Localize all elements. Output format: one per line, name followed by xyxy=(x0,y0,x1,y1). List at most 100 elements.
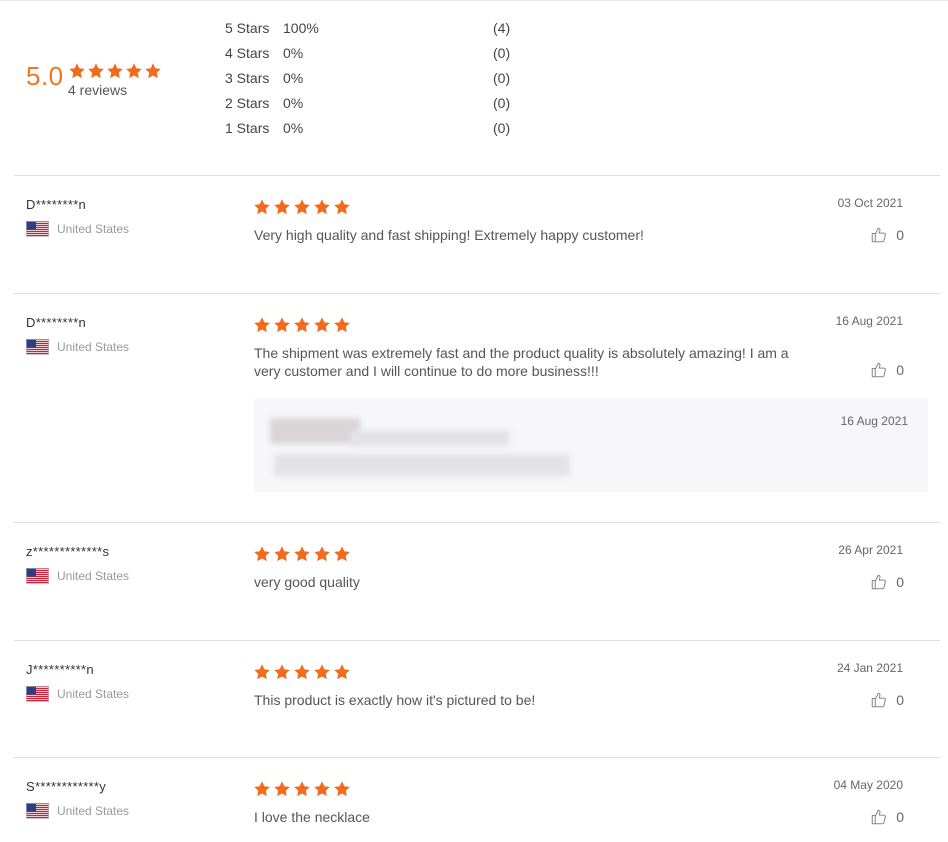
star-icon xyxy=(334,546,350,562)
like-button[interactable]: 0 xyxy=(870,808,904,826)
star-icon xyxy=(274,781,290,797)
like-count: 0 xyxy=(896,574,904,590)
star-icon xyxy=(294,317,310,333)
reviewer-name: D********n xyxy=(26,315,87,330)
review-text: very good quality xyxy=(254,574,360,590)
reviewer-name: z*************s xyxy=(26,544,110,559)
distribution-label: 1 Stars xyxy=(225,120,270,136)
distribution-percent: 0% xyxy=(283,120,304,136)
review-text: Very high quality and fast shipping! Ext… xyxy=(254,227,644,243)
star-icon xyxy=(145,63,161,79)
star-icon xyxy=(334,781,350,797)
review-count: 4 reviews xyxy=(68,82,128,98)
distribution-label: 3 Stars xyxy=(225,70,270,86)
review-stars xyxy=(253,316,351,334)
review-text: This product is exactly how it's picture… xyxy=(254,692,536,708)
reviewer-country: United States xyxy=(26,686,129,702)
review-stars xyxy=(253,780,351,798)
star-icon xyxy=(126,63,142,79)
reply-date: 16 Aug 2021 xyxy=(840,414,908,428)
reviewer-name: D********n xyxy=(26,197,87,212)
review-item: D********n United States The shipment wa… xyxy=(14,293,940,522)
star-icon xyxy=(254,317,270,333)
review-date: 24 Jan 2021 xyxy=(836,661,903,675)
distribution-label: 5 Stars xyxy=(225,20,270,36)
us-flag-icon xyxy=(26,221,49,237)
star-icon xyxy=(294,781,310,797)
thumbs-up-icon xyxy=(871,227,887,243)
us-flag-icon xyxy=(26,568,49,584)
blurred-reply-avatar xyxy=(270,418,360,444)
star-icon xyxy=(294,546,310,562)
star-icon xyxy=(294,664,310,680)
country-name: United States xyxy=(57,569,130,583)
blurred-reply-line xyxy=(350,430,510,446)
review-list: D********n United States Very high quali… xyxy=(14,175,940,842)
rating-summary: 5.0 4 reviews 5 Stars 100% (4) 4 Stars 0… xyxy=(0,0,948,175)
distribution-percent: 0% xyxy=(283,45,304,61)
star-icon xyxy=(274,546,290,562)
star-icon xyxy=(334,317,350,333)
review-item: S************y United States I love the … xyxy=(14,757,940,842)
star-icon xyxy=(314,317,330,333)
country-name: United States xyxy=(57,222,130,236)
country-name: United States xyxy=(57,687,130,701)
distribution-count: (0) xyxy=(493,120,511,136)
like-button[interactable]: 0 xyxy=(870,691,904,709)
like-count: 0 xyxy=(896,227,904,243)
review-stars xyxy=(253,545,351,563)
reviewer-name: S************y xyxy=(26,779,107,794)
reviewer-country: United States xyxy=(26,221,129,237)
distribution-percent: 0% xyxy=(283,70,304,86)
review-date: 16 Aug 2021 xyxy=(835,314,903,328)
star-icon xyxy=(334,664,350,680)
reviewer-country: United States xyxy=(26,568,129,584)
review-date: 03 Oct 2021 xyxy=(837,196,903,210)
star-icon xyxy=(254,664,270,680)
blurred-reply-line xyxy=(274,454,570,476)
like-button[interactable]: 0 xyxy=(870,573,904,591)
average-stars xyxy=(68,62,162,80)
star-icon xyxy=(107,63,123,79)
us-flag-icon xyxy=(26,686,49,702)
review-item: z*************s United States very good … xyxy=(14,522,940,640)
distribution-count: (4) xyxy=(493,20,511,36)
star-icon xyxy=(254,781,270,797)
star-icon xyxy=(254,546,270,562)
thumbs-up-icon xyxy=(871,362,887,378)
star-icon xyxy=(88,63,104,79)
distribution-percent: 0% xyxy=(283,95,304,111)
like-count: 0 xyxy=(896,809,904,825)
review-date: 04 May 2020 xyxy=(833,778,903,792)
distribution-count: (0) xyxy=(493,45,511,61)
distribution-count: (0) xyxy=(493,95,511,111)
thumbs-up-icon xyxy=(871,692,887,708)
star-icon xyxy=(69,63,85,79)
review-stars xyxy=(253,663,351,681)
average-rating: 5.0 xyxy=(26,61,64,91)
distribution-percent: 100% xyxy=(283,20,319,36)
star-icon xyxy=(334,199,350,215)
review-item: J**********n United States This product … xyxy=(14,640,940,757)
country-name: United States xyxy=(57,340,130,354)
star-icon xyxy=(314,664,330,680)
thumbs-up-icon xyxy=(871,809,887,825)
star-icon xyxy=(274,199,290,215)
us-flag-icon xyxy=(26,803,49,819)
star-icon xyxy=(274,317,290,333)
like-button[interactable]: 0 xyxy=(870,361,904,379)
like-count: 0 xyxy=(896,362,904,378)
star-icon xyxy=(314,546,330,562)
thumbs-up-icon xyxy=(871,574,887,590)
review-text: The shipment was extremely fast and the … xyxy=(254,345,789,379)
star-icon xyxy=(254,199,270,215)
review-item: D********n United States Very high quali… xyxy=(14,175,940,293)
us-flag-icon xyxy=(26,339,49,355)
like-count: 0 xyxy=(896,692,904,708)
star-icon xyxy=(314,199,330,215)
like-button[interactable]: 0 xyxy=(870,226,904,244)
seller-reply: 16 Aug 2021 xyxy=(254,398,928,492)
reviewer-country: United States xyxy=(26,803,129,819)
star-icon xyxy=(314,781,330,797)
distribution-count: (0) xyxy=(493,70,511,86)
